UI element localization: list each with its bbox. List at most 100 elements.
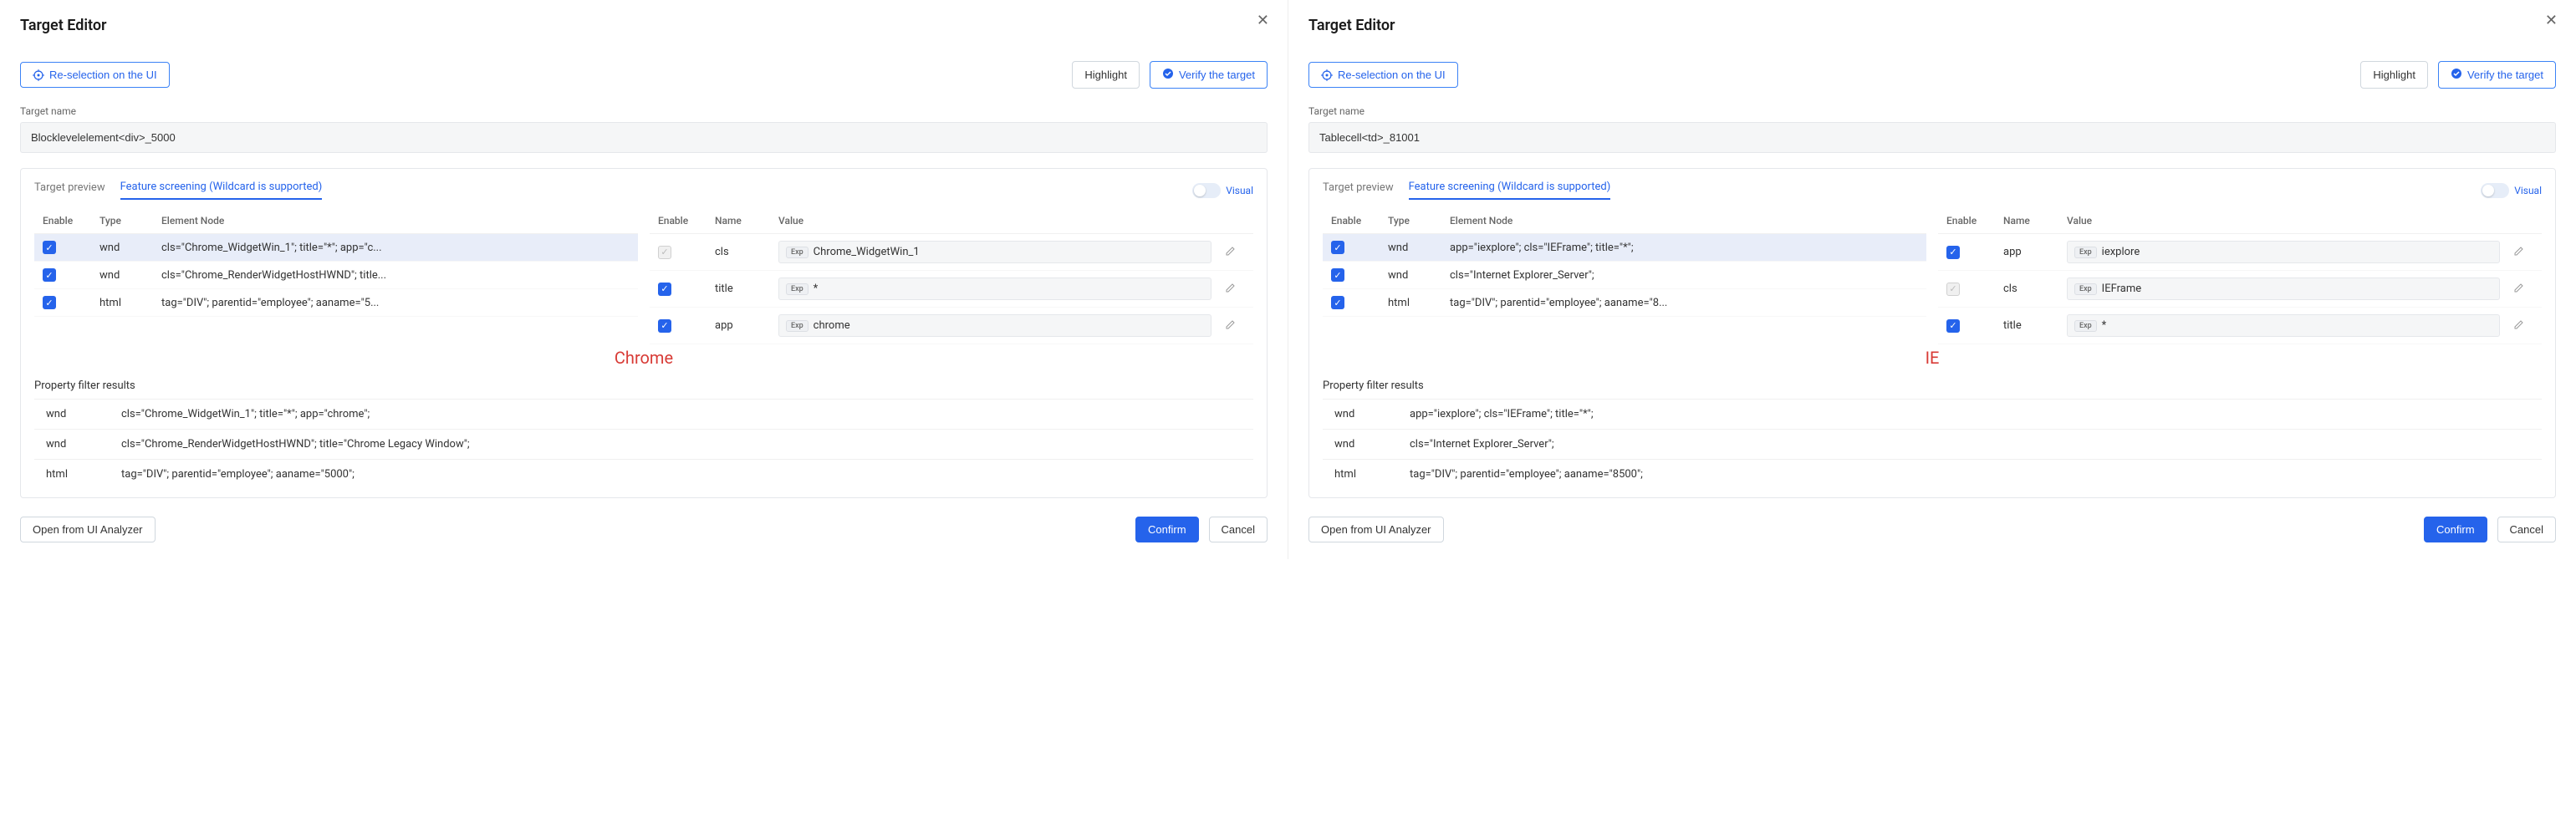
enable-checkbox[interactable] xyxy=(658,283,671,296)
filter-key: wnd xyxy=(1334,408,1385,420)
table-row[interactable]: cls ExpIEFrame xyxy=(1938,271,2542,308)
visual-toggle[interactable]: Visual xyxy=(2481,183,2542,198)
feature-panel: Target preview Feature screening (Wildcar… xyxy=(1308,168,2556,498)
value-input[interactable]: Exp* xyxy=(2067,314,2500,337)
edit-icon[interactable] xyxy=(2513,320,2525,334)
target-name-input[interactable] xyxy=(1308,122,2556,153)
filter-key: wnd xyxy=(1334,438,1385,451)
value-input[interactable]: ExpChrome_WidgetWin_1 xyxy=(778,241,1211,263)
exp-badge: Exp xyxy=(786,283,809,295)
table-row[interactable]: wndcls="Internet Explorer_Server"; xyxy=(1323,262,1926,289)
reselection-label: Re-selection on the UI xyxy=(1338,69,1446,81)
enable-checkbox[interactable] xyxy=(1946,246,1960,259)
table-row[interactable]: wndcls="Chrome_RenderWidgetHostHWND"; ti… xyxy=(34,262,638,289)
name-cell: app xyxy=(715,319,765,332)
switch-icon[interactable] xyxy=(1192,183,1221,198)
enable-checkbox[interactable] xyxy=(1331,296,1344,309)
highlight-button[interactable]: Highlight xyxy=(2360,61,2428,89)
edit-icon[interactable] xyxy=(1225,247,1237,260)
verify-button[interactable]: Verify the target xyxy=(2438,61,2556,89)
visual-toggle[interactable]: Visual xyxy=(1192,183,1253,198)
target-editor-dialog: ✕Target EditorRe-selection on the UIHigh… xyxy=(1288,0,2576,559)
properties-table: EnableNameValueclsExpChrome_WidgetWin_1t… xyxy=(650,208,1253,344)
type-cell: html xyxy=(1388,297,1436,309)
tab-target-preview[interactable]: Target preview xyxy=(34,181,105,199)
value-input[interactable]: Expiexplore xyxy=(2067,241,2500,263)
verify-button[interactable]: Verify the target xyxy=(1150,61,1268,89)
feature-panel: Target preview Feature screening (Wildcar… xyxy=(20,168,1268,498)
confirm-button[interactable]: Confirm xyxy=(1135,517,1199,542)
enable-checkbox[interactable] xyxy=(1331,268,1344,282)
header-enable: Enable xyxy=(1946,215,1990,227)
confirm-button[interactable]: Confirm xyxy=(2424,517,2487,542)
reselection-button[interactable]: Re-selection on the UI xyxy=(1308,62,1458,88)
bottom-row: Open from UI Analyzer Confirm Cancel xyxy=(20,517,1268,542)
switch-icon[interactable] xyxy=(2481,183,2509,198)
type-cell: wnd xyxy=(1388,269,1436,282)
header-name: Name xyxy=(2003,215,2053,227)
value-input[interactable]: ExpIEFrame xyxy=(2067,278,2500,300)
open-analyzer-button[interactable]: Open from UI Analyzer xyxy=(1308,517,1444,542)
table-row[interactable]: app Expchrome xyxy=(650,308,1253,344)
cancel-button[interactable]: Cancel xyxy=(1209,517,1268,542)
close-icon[interactable]: ✕ xyxy=(2545,12,2558,29)
exp-badge: Exp xyxy=(786,320,809,332)
exp-badge: Exp xyxy=(786,247,809,258)
filter-row: wndcls="Internet Explorer_Server"; xyxy=(1323,429,2542,459)
value-input[interactable]: Expchrome xyxy=(778,314,1211,337)
filter-value: app="iexplore"; cls="IEFrame"; title="*"… xyxy=(1410,408,2530,420)
target-name-input[interactable] xyxy=(20,122,1268,153)
filter-value: tag="DIV"; parentid="employee"; aaname="… xyxy=(1410,468,2530,481)
edit-icon[interactable] xyxy=(1225,320,1237,334)
name-cell: cls xyxy=(715,246,765,258)
table-row[interactable]: appExpiexplore xyxy=(1938,234,2542,271)
table-row[interactable]: titleExp* xyxy=(650,271,1253,308)
enable-checkbox[interactable] xyxy=(1946,319,1960,333)
enable-checkbox[interactable] xyxy=(1331,241,1344,254)
tab-target-preview[interactable]: Target preview xyxy=(1323,181,1394,199)
tab-feature-screening[interactable]: Feature screening (Wildcard is supported… xyxy=(1409,181,1611,200)
tab-feature-screening[interactable]: Feature screening (Wildcard is supported… xyxy=(120,181,323,200)
name-cell: cls xyxy=(2003,283,2053,295)
filter-key: wnd xyxy=(46,438,96,451)
enable-checkbox[interactable] xyxy=(43,241,56,254)
dialog-title: Target Editor xyxy=(20,17,1268,34)
header-enable: Enable xyxy=(43,215,86,227)
cancel-button[interactable]: Cancel xyxy=(2497,517,2556,542)
open-analyzer-button[interactable]: Open from UI Analyzer xyxy=(20,517,156,542)
reselection-button[interactable]: Re-selection on the UI xyxy=(20,62,170,88)
edit-icon[interactable] xyxy=(2513,247,2525,260)
node-cell: app="iexplore"; cls="IEFrame"; title="*"… xyxy=(1450,242,1918,254)
target-name-label: Target name xyxy=(20,105,1268,117)
header-node: Element Node xyxy=(161,215,630,227)
table-row[interactable]: cls ExpChrome_WidgetWin_1 xyxy=(650,234,1253,271)
enable-checkbox[interactable] xyxy=(658,319,671,333)
header-type: Type xyxy=(1388,215,1436,227)
enable-checkbox[interactable] xyxy=(43,268,56,282)
verify-label: Verify the target xyxy=(1179,69,1255,81)
highlight-button[interactable]: Highlight xyxy=(1072,61,1140,89)
verify-label: Verify the target xyxy=(2467,69,2543,81)
filter-row: htmltag="DIV"; parentid="employee"; aana… xyxy=(1323,459,2542,489)
edit-icon[interactable] xyxy=(2513,283,2525,297)
filter-row: wndcls="Chrome_WidgetWin_1"; title="*"; … xyxy=(34,399,1253,429)
actions-row: Re-selection on the UI Highlight Verify th… xyxy=(1308,61,2556,89)
node-cell: cls="Chrome_RenderWidgetHostHWND"; title… xyxy=(161,269,630,282)
enable-checkbox[interactable] xyxy=(43,296,56,309)
exp-badge: Exp xyxy=(2074,283,2097,295)
type-cell: html xyxy=(99,297,148,309)
table-row[interactable]: htmltag="DIV"; parentid="employee"; aana… xyxy=(34,289,638,317)
target-icon xyxy=(1321,69,1333,81)
table-row[interactable]: wndcls="Chrome_WidgetWin_1"; title="*"; … xyxy=(34,234,638,262)
close-icon[interactable]: ✕ xyxy=(1257,12,1269,29)
edit-icon[interactable] xyxy=(1225,283,1237,297)
header-node: Element Node xyxy=(1450,215,1918,227)
exp-badge: Exp xyxy=(2074,320,2097,332)
filter-key: html xyxy=(46,468,96,481)
value-input[interactable]: Exp* xyxy=(778,278,1211,300)
enable-checkbox xyxy=(1946,283,1960,296)
check-circle-icon xyxy=(1162,68,1174,82)
table-row[interactable]: wndapp="iexplore"; cls="IEFrame"; title=… xyxy=(1323,234,1926,262)
table-row[interactable]: titleExp* xyxy=(1938,308,2542,344)
table-row[interactable]: htmltag="DIV"; parentid="employee"; aana… xyxy=(1323,289,1926,317)
